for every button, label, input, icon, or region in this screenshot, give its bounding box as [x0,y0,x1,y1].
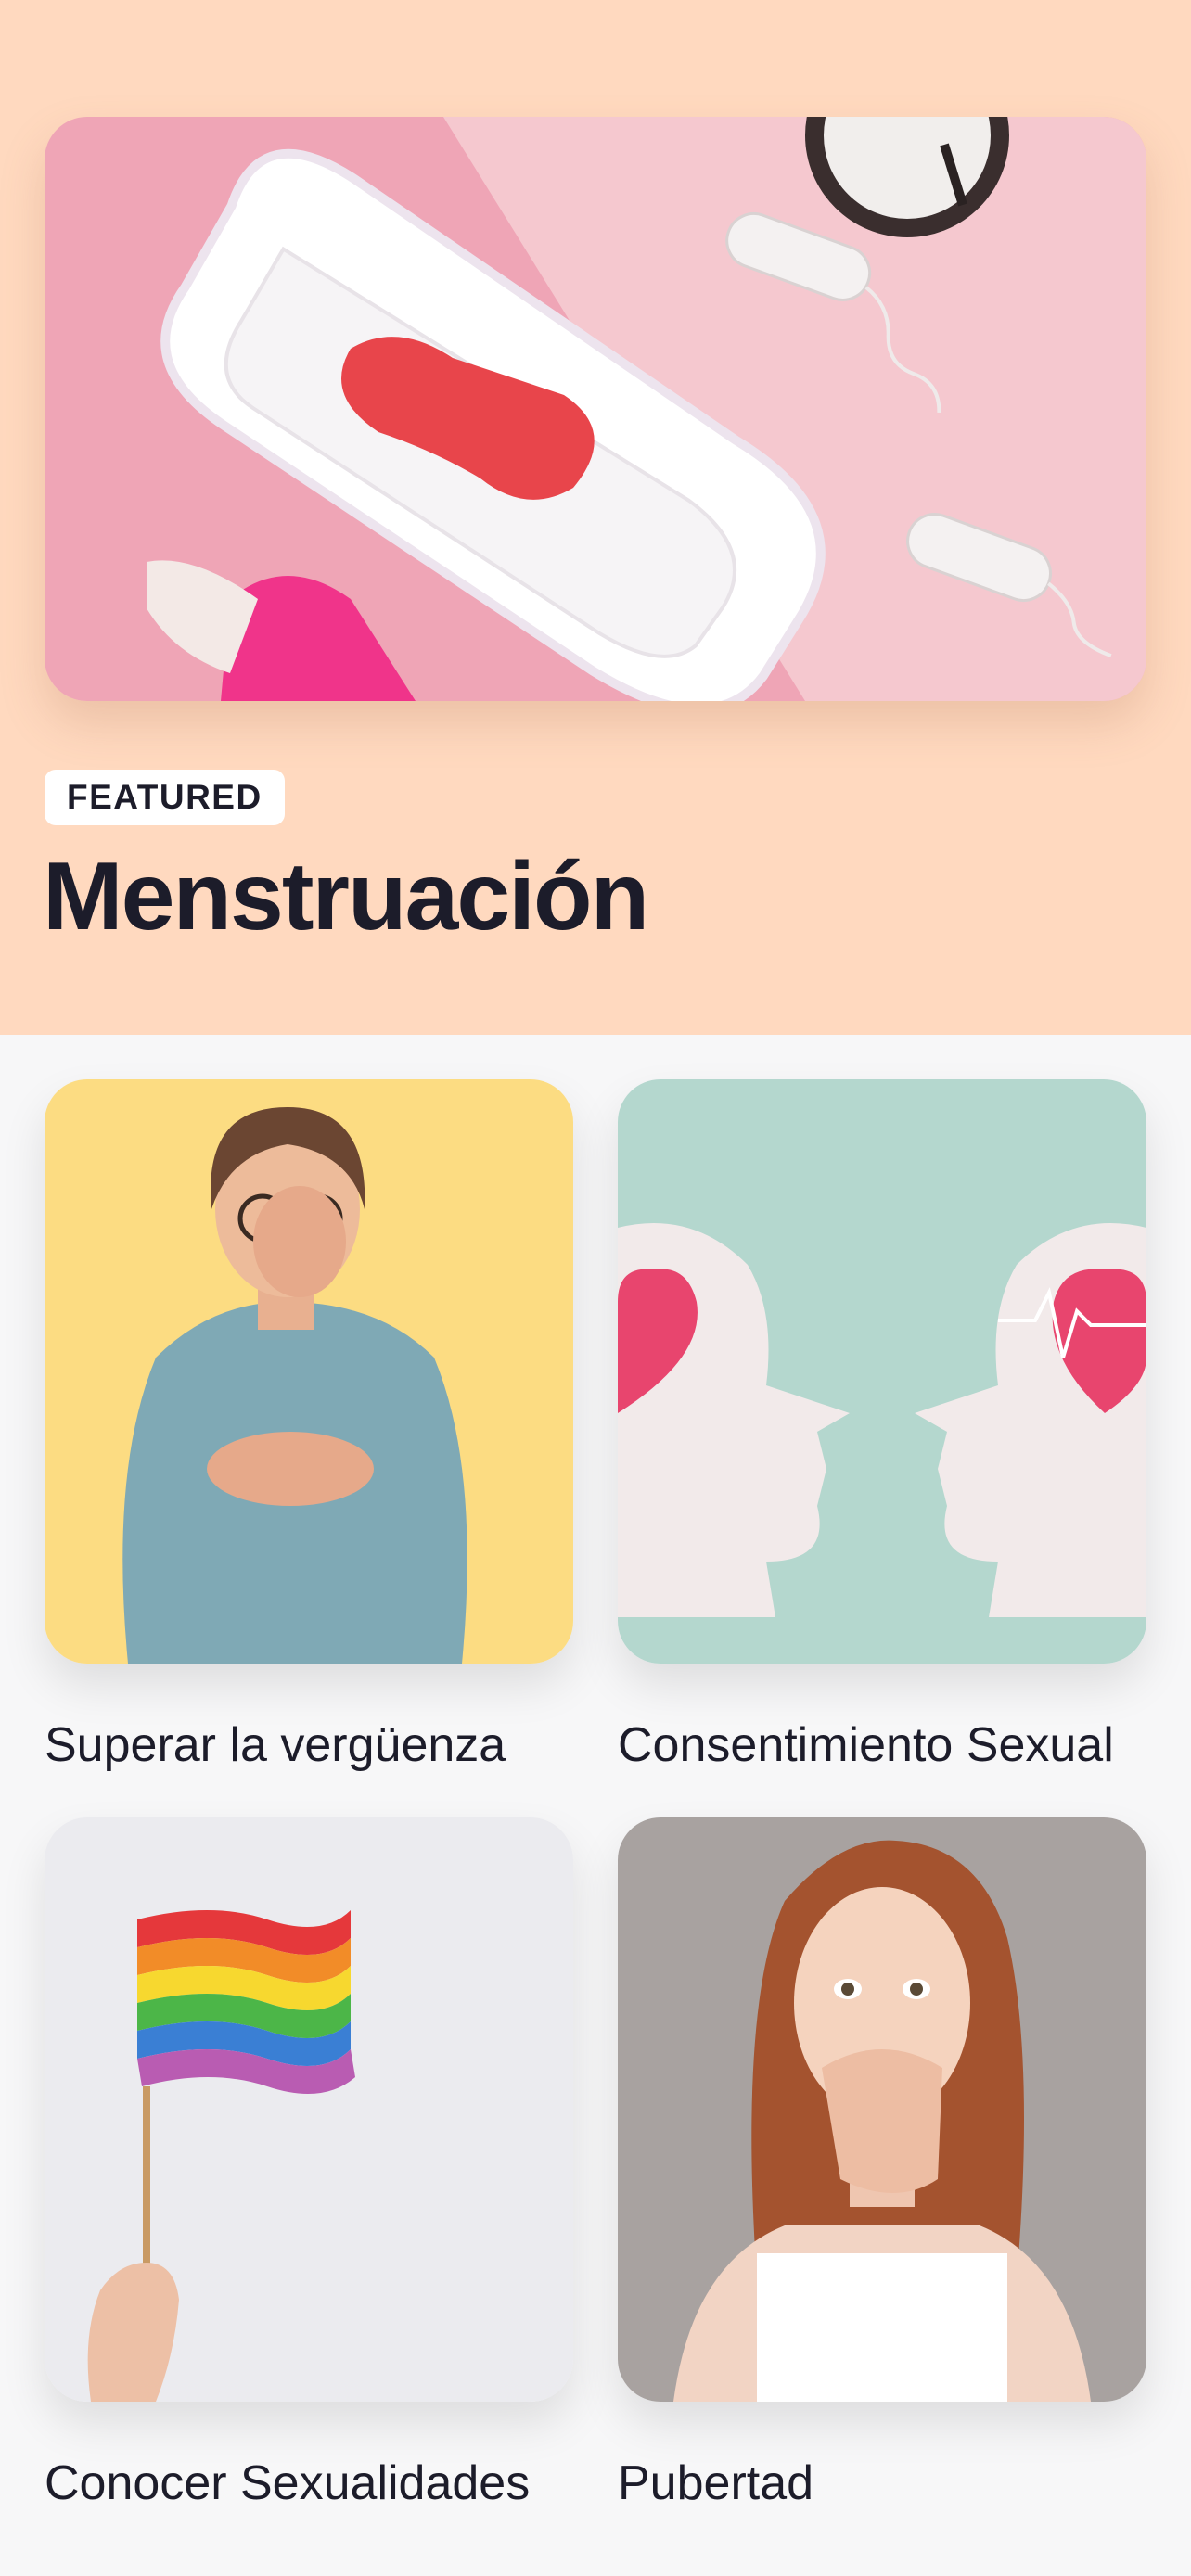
featured-section: FEATURED Menstruación [0,0,1191,1035]
topics-grid: Superar la vergüenza Consentimiento Sexu… [45,1079,1146,2511]
topic-card-conocer-sexualidades[interactable]: Conocer Sexualidades [45,1817,573,2511]
topic-label: Conocer Sexualidades [45,2456,531,2510]
topic-card-pubertad[interactable]: Pubertad [618,1817,1146,2511]
paper-heads-hearts-image [618,1079,1146,1664]
rainbow-flag-image [45,1817,573,2402]
featured-badge: FEATURED [45,770,285,825]
topic-label: Superar la vergüenza [45,1718,506,1772]
topic-card-consentimiento-sexual[interactable]: Consentimiento Sexual [618,1079,1146,1773]
topic-label: Consentimiento Sexual [618,1718,1114,1772]
embarrassed-woman-image [45,1079,573,1664]
featured-card-image[interactable] [45,117,1146,701]
topic-label: Pubertad [618,2456,814,2510]
topic-card-superar-verguenza[interactable]: Superar la vergüenza [45,1079,573,1773]
featured-title[interactable]: Menstruación [43,842,649,952]
menstrual-products-illustration [45,117,1146,701]
rainbow-flag-icon [137,1910,355,2094]
surprised-teen-image [618,1817,1146,2402]
